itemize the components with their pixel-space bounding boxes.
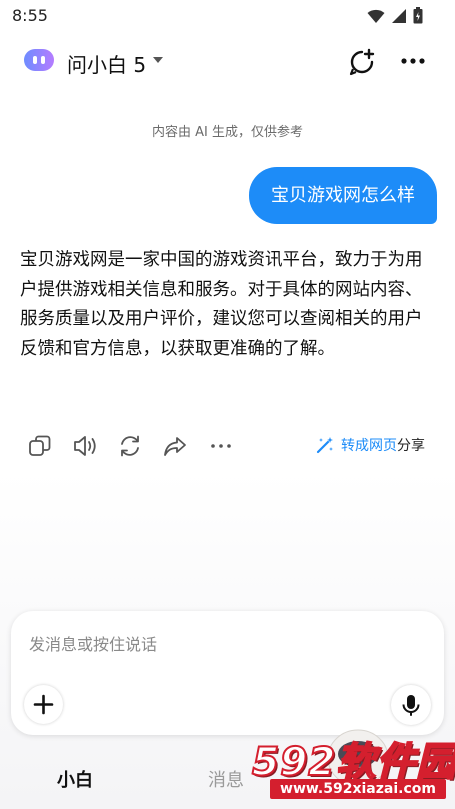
add-attachment-button[interactable] — [24, 685, 63, 724]
status-icons — [367, 7, 423, 24]
signal-icon — [392, 8, 406, 23]
speaker-icon[interactable] — [72, 433, 98, 459]
magic-wand-icon — [316, 437, 333, 454]
message-input[interactable]: 发消息或按住说话 — [29, 631, 157, 655]
new-chat-icon[interactable] — [347, 47, 377, 77]
refresh-icon[interactable] — [117, 433, 143, 459]
wifi-icon — [367, 9, 385, 23]
ai-disclaimer: 内容由 AI 生成，仅供参考 — [152, 125, 303, 140]
more-icon[interactable] — [399, 49, 427, 73]
user-message-bubble[interactable]: 宝贝游戏网怎么样 — [249, 167, 437, 224]
plus-icon — [33, 694, 54, 715]
watermark-url: www.592xiazai.com — [270, 779, 446, 799]
app-header: 问小白 5 — [0, 38, 455, 84]
share-icon[interactable] — [162, 433, 188, 459]
convert-to-webpage-label: 转成网页 — [341, 438, 397, 454]
watermark-brand: 592软件园 — [251, 739, 455, 786]
assistant-message: 宝贝游戏网是一家中国的游戏资讯平台，致力于为用户提供游戏相关信息和服务。对于具体… — [20, 250, 423, 359]
share-label: 分享 — [397, 438, 425, 454]
logo-icon — [24, 49, 54, 71]
copy-icon[interactable] — [27, 433, 53, 459]
status-time: 8:55 — [12, 6, 48, 25]
ellipsis-icon[interactable] — [208, 433, 234, 459]
battery-icon — [413, 7, 423, 24]
status-bar: 8:55 — [0, 0, 455, 32]
tab-messages[interactable]: 消息 — [208, 766, 244, 792]
caret-down-icon[interactable] — [153, 57, 163, 63]
tab-home[interactable]: 小白 — [57, 766, 93, 792]
model-selector[interactable]: 问小白 5 — [67, 49, 146, 78]
convert-to-webpage-button[interactable]: 转成网页分享 — [315, 435, 425, 455]
watermark-logo: 592软件园 www.592xiazai.com — [251, 731, 455, 803]
message-actions: 转成网页分享 — [0, 430, 455, 462]
